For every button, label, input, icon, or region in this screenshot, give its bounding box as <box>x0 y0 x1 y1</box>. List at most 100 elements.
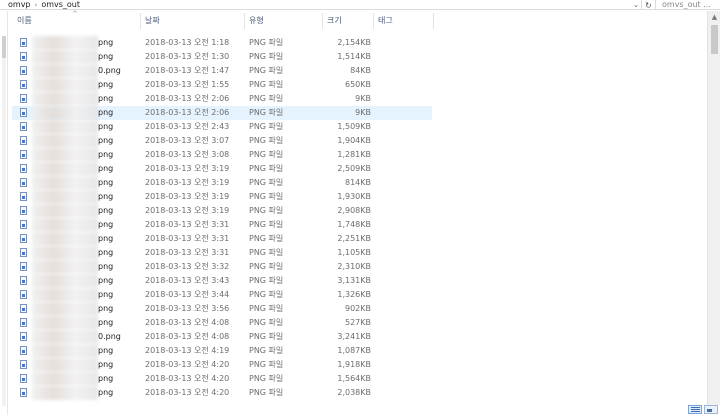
png-file-icon <box>20 38 27 47</box>
png-file-icon <box>20 234 27 243</box>
file-row[interactable]: png 2018-03-13 오전 3:19 PNG 파일 1,930KB <box>12 190 432 204</box>
navigation-pane-scroll-thumb[interactable] <box>2 36 6 58</box>
refresh-icon[interactable]: ↻ <box>641 0 655 10</box>
file-date: 2018-03-13 오전 1:18 <box>145 38 230 47</box>
file-row[interactable]: png 2018-03-13 오전 2:06 PNG 파일 9KB <box>12 106 432 120</box>
file-date: 2018-03-13 오전 2:43 <box>145 122 230 131</box>
file-size: 1,087KB <box>337 346 371 355</box>
file-row[interactable]: 0.png 2018-03-13 오전 4:08 PNG 파일 3,241KB <box>12 330 432 344</box>
file-row[interactable]: png 2018-03-13 오전 3:31 PNG 파일 1,105KB <box>12 246 432 260</box>
file-name: png <box>98 220 114 229</box>
file-row[interactable]: 0.png 2018-03-13 오전 1:47 PNG 파일 84KB <box>12 64 432 78</box>
redacted-filename <box>32 302 98 316</box>
file-list-scrollbar[interactable]: ▲ <box>707 11 720 405</box>
redacted-filename <box>32 190 98 204</box>
large-icons-view-icon[interactable] <box>704 405 718 414</box>
address-bar[interactable]: omvp › omvs_out ⌄ ↻ omvs_out ... <box>0 0 720 10</box>
breadcrumb-omvp[interactable]: omvp <box>8 0 31 10</box>
file-row[interactable]: png 2018-03-13 오전 3:43 PNG 파일 3,131KB <box>12 274 432 288</box>
png-file-icon <box>20 248 27 257</box>
file-row[interactable]: png 2018-03-13 오전 3:32 PNG 파일 2,310KB <box>12 260 432 274</box>
file-name: png <box>98 108 114 117</box>
file-list: png 2018-03-13 오전 1:18 PNG 파일 2,154KB png 201… <box>12 36 432 400</box>
file-row[interactable]: png 2018-03-13 오전 3:19 PNG 파일 2,908KB <box>12 204 432 218</box>
file-row[interactable]: png 2018-03-13 오전 3:19 PNG 파일 814KB <box>12 176 432 190</box>
navigation-pane-scrollbar[interactable] <box>2 36 6 406</box>
file-size: 1,918KB <box>337 360 371 369</box>
file-row[interactable]: png 2018-03-13 오전 4:08 PNG 파일 527KB <box>12 316 432 330</box>
file-row[interactable]: png 2018-03-13 오전 3:19 PNG 파일 2,509KB <box>12 162 432 176</box>
file-explorer-window: omvp › omvs_out ⌄ ↻ omvs_out ... ^ 이름 날짜… <box>0 0 720 415</box>
column-divider[interactable] <box>433 13 434 29</box>
column-header-size[interactable]: 크기 <box>322 11 342 31</box>
file-date: 2018-03-13 오전 4:19 <box>145 346 230 355</box>
file-type: PNG 파일 <box>249 304 284 313</box>
breadcrumb-separator-icon[interactable]: › <box>35 0 38 10</box>
png-file-icon <box>20 360 27 369</box>
redacted-filename <box>32 372 98 386</box>
breadcrumb-omvs-out[interactable]: omvs_out <box>41 0 80 10</box>
redacted-filename <box>32 204 98 218</box>
file-date: 2018-03-13 오전 3:19 <box>145 206 230 215</box>
file-name: png <box>98 178 114 187</box>
png-file-icon <box>20 94 27 103</box>
file-name: png <box>98 388 114 397</box>
png-file-icon <box>20 150 27 159</box>
file-row[interactable]: png 2018-03-13 오전 3:08 PNG 파일 1,281KB <box>12 148 432 162</box>
file-date: 2018-03-13 오전 4:20 <box>145 360 230 369</box>
file-type: PNG 파일 <box>249 206 284 215</box>
file-date: 2018-03-13 오전 3:19 <box>145 192 230 201</box>
redacted-filename <box>32 134 98 148</box>
file-row[interactable]: png 2018-03-13 오전 4:20 PNG 파일 1,564KB <box>12 372 432 386</box>
file-date: 2018-03-13 오전 3:44 <box>145 290 230 299</box>
file-type: PNG 파일 <box>249 80 284 89</box>
file-type: PNG 파일 <box>249 178 284 187</box>
file-row[interactable]: png 2018-03-13 오전 4:20 PNG 파일 2,038KB <box>12 386 432 400</box>
file-date: 2018-03-13 오전 3:31 <box>145 248 230 257</box>
details-view-icon[interactable] <box>688 405 702 414</box>
png-file-icon <box>20 304 27 313</box>
file-row[interactable]: png 2018-03-13 오전 2:06 PNG 파일 9KB <box>12 92 432 106</box>
column-header-row: ^ 이름 날짜 유형 크기 태그 <box>12 10 434 31</box>
column-header-type[interactable]: 유형 <box>244 11 264 31</box>
redacted-filename <box>32 246 98 260</box>
png-file-icon <box>20 122 27 131</box>
column-header-name[interactable]: 이름 <box>12 11 32 31</box>
file-size: 2,038KB <box>337 388 371 397</box>
scroll-up-icon[interactable]: ▲ <box>708 13 720 21</box>
file-size: 1,326KB <box>337 290 371 299</box>
redacted-filename <box>32 106 98 120</box>
file-row[interactable]: png 2018-03-13 오전 2:43 PNG 파일 1,509KB <box>12 120 432 134</box>
file-row[interactable]: png 2018-03-13 오전 4:19 PNG 파일 1,087KB <box>12 344 432 358</box>
search-input[interactable]: omvs_out ... <box>655 0 720 10</box>
file-size: 1,509KB <box>337 122 371 131</box>
file-size: 9KB <box>355 94 371 103</box>
file-name: png <box>98 52 114 61</box>
scroll-thumb[interactable] <box>711 25 718 54</box>
column-header-date[interactable]: 날짜 <box>140 11 160 31</box>
png-file-icon <box>20 318 27 327</box>
file-name: png <box>98 94 114 103</box>
file-name: png <box>98 248 114 257</box>
column-header-tags[interactable]: 태그 <box>373 11 393 31</box>
file-row[interactable]: png 2018-03-13 오전 3:07 PNG 파일 1,904KB <box>12 134 432 148</box>
file-size: 1,564KB <box>337 374 371 383</box>
file-name: png <box>98 346 114 355</box>
address-bar-controls: ⌄ ↻ omvs_out ... <box>631 0 720 10</box>
file-type: PNG 파일 <box>249 38 284 47</box>
sort-indicator-icon: ^ <box>72 10 78 18</box>
png-file-icon <box>20 220 27 229</box>
file-row[interactable]: png 2018-03-13 오전 4:20 PNG 파일 1,918KB <box>12 358 432 372</box>
file-row[interactable]: png 2018-03-13 오전 1:30 PNG 파일 1,514KB <box>12 50 432 64</box>
file-row[interactable]: png 2018-03-13 오전 1:55 PNG 파일 650KB <box>12 78 432 92</box>
file-name: png <box>98 374 114 383</box>
file-row[interactable]: png 2018-03-13 오전 3:31 PNG 파일 1,748KB <box>12 218 432 232</box>
file-row[interactable]: png 2018-03-13 오전 3:31 PNG 파일 2,251KB <box>12 232 432 246</box>
png-file-icon <box>20 178 27 187</box>
file-row[interactable]: png 2018-03-13 오전 3:44 PNG 파일 1,326KB <box>12 288 432 302</box>
address-history-dropdown-icon[interactable]: ⌄ <box>631 0 641 10</box>
file-row[interactable]: png 2018-03-13 오전 3:56 PNG 파일 902KB <box>12 302 432 316</box>
file-date: 2018-03-13 오전 4:08 <box>145 318 230 327</box>
file-row[interactable]: png 2018-03-13 오전 1:18 PNG 파일 2,154KB <box>12 36 432 50</box>
file-type: PNG 파일 <box>249 332 284 341</box>
